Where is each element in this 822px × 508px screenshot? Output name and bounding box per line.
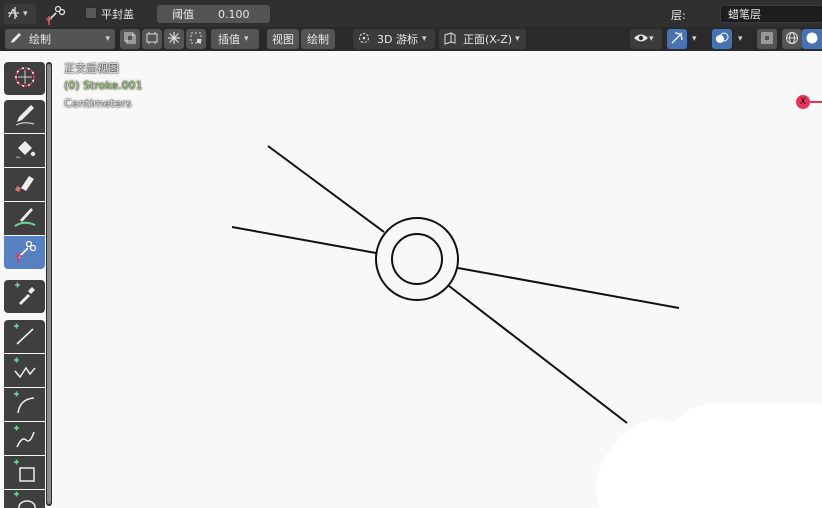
interpolate-dropdown[interactable]: 插值 ▾ <box>211 29 259 49</box>
box-tool[interactable] <box>4 456 45 489</box>
chevron-down-icon: ▾ <box>649 34 654 44</box>
axis-x-gizmo[interactable]: X <box>796 95 810 109</box>
view-menu[interactable]: 视图 <box>267 29 299 49</box>
draw-menu[interactable]: 绘制 <box>301 29 335 49</box>
tint-tool[interactable] <box>4 202 45 235</box>
box-icon <box>12 458 38 487</box>
visibility-dropdown[interactable]: ▾ <box>630 29 662 49</box>
axis-x-label: X <box>799 97 807 107</box>
arc-tool[interactable] <box>4 388 45 421</box>
solid-shading-button[interactable] <box>802 29 822 49</box>
proportional-edit-dropdown[interactable]: ▾ <box>4 4 36 24</box>
draw-menu-label: 绘制 <box>307 33 329 46</box>
xray-icon <box>760 31 774 48</box>
line-icon <box>12 322 38 351</box>
stroke-line-left <box>231 226 377 254</box>
bucket-fill-icon <box>12 136 38 165</box>
threshold-label: 阈值 <box>172 8 194 21</box>
polyline-icon <box>12 356 38 385</box>
plane-icon <box>443 31 457 48</box>
polyline-tool[interactable] <box>4 354 45 387</box>
chevron-down-icon: ▾ <box>105 34 110 44</box>
overlay-icon <box>123 31 137 48</box>
cutter-tool[interactable] <box>4 236 45 269</box>
layer-toggle-button[interactable] <box>120 29 140 49</box>
drawing-plane-dropdown[interactable]: 正面(X-Z) ▾ <box>439 29 526 49</box>
autofreeze-button[interactable] <box>164 29 184 49</box>
chevron-down-icon: ▾ <box>515 34 520 44</box>
flat-cap-checkbox[interactable] <box>85 7 97 19</box>
cursor-tool[interactable] <box>4 62 45 95</box>
gizmo-dropdown-chevron-icon[interactable]: ▾ <box>692 34 697 44</box>
threshold-value: 0.100 <box>218 7 250 21</box>
draw-tool[interactable] <box>4 100 45 133</box>
view-menu-label: 视图 <box>272 33 294 46</box>
cursor-icon <box>12 64 38 93</box>
select-mode-button[interactable] <box>186 29 206 49</box>
snap-icon[interactable] <box>44 3 66 25</box>
layer-field[interactable]: 蜡笔层 <box>720 5 822 23</box>
circle-tool[interactable] <box>4 490 45 508</box>
axis-x-line <box>810 101 822 103</box>
plane-label: 正面(X-Z) <box>463 33 513 46</box>
object-name-label: (0) Stroke.001 <box>64 79 143 92</box>
circle-icon <box>12 490 38 508</box>
stroke-placement-dropdown[interactable]: 3D 游标 ▾ <box>353 29 435 49</box>
select-box-icon <box>189 31 203 48</box>
snowflake-icon <box>167 31 181 48</box>
eraser-icon <box>12 170 38 199</box>
chevron-down-icon: ▾ <box>23 9 28 19</box>
multiframe-button[interactable] <box>142 29 162 49</box>
cursor-label: 3D 游标 <box>377 33 418 46</box>
wireframe-shading-button[interactable] <box>782 29 802 49</box>
pencil-icon <box>9 31 23 48</box>
arc-icon <box>12 390 38 419</box>
cursor-target-icon <box>357 31 371 48</box>
stroke-line-right <box>457 267 680 309</box>
chevron-down-icon: ▾ <box>244 34 249 44</box>
interpolate-label: 插值 <box>218 33 240 46</box>
gizmo-toggle[interactable] <box>667 29 687 49</box>
curve-icon <box>12 424 38 453</box>
stroke-outer-circle <box>375 217 459 301</box>
layer-label: 层: <box>671 9 686 22</box>
mode-label: 绘制 <box>29 33 51 46</box>
wireframe-sphere-icon <box>785 31 799 48</box>
overlay-toggle[interactable] <box>712 29 732 49</box>
multiframe-icon <box>145 31 159 48</box>
view-name-label: 正交后视图 <box>64 62 119 75</box>
erase-tool[interactable] <box>4 168 45 201</box>
proportional-edit-icon <box>7 5 23 24</box>
chevron-down-icon: ▾ <box>421 34 427 44</box>
brush-tint-icon <box>12 204 38 233</box>
eyedropper-icon <box>12 282 38 311</box>
eyedropper-tool[interactable] <box>4 280 45 313</box>
eye-icon <box>633 31 649 48</box>
canvas-blob <box>595 403 822 508</box>
mode-dropdown[interactable]: 绘制 ▾ <box>5 29 115 49</box>
layer-value: 蜡笔层 <box>728 8 761 21</box>
overlay-circles-icon <box>715 31 729 48</box>
units-label: Centimeters <box>64 97 132 110</box>
cutter-icon <box>12 238 38 267</box>
threshold-field[interactable]: 阈值 0.100 <box>157 5 270 23</box>
fill-tool[interactable] <box>4 134 45 167</box>
gizmo-icon <box>670 31 684 48</box>
overlay-dropdown-chevron-icon[interactable]: ▾ <box>738 34 743 44</box>
solid-sphere-icon <box>805 31 819 48</box>
line-tool[interactable] <box>4 320 45 353</box>
stroke-inner-circle <box>391 233 443 285</box>
xray-toggle[interactable] <box>757 29 777 49</box>
stroke-line-upper-left <box>267 145 385 233</box>
pencil-icon <box>12 102 38 131</box>
flat-cap-label: 平封盖 <box>101 8 134 21</box>
toolbar-scrollbar[interactable] <box>47 64 51 504</box>
curve-tool[interactable] <box>4 422 45 455</box>
